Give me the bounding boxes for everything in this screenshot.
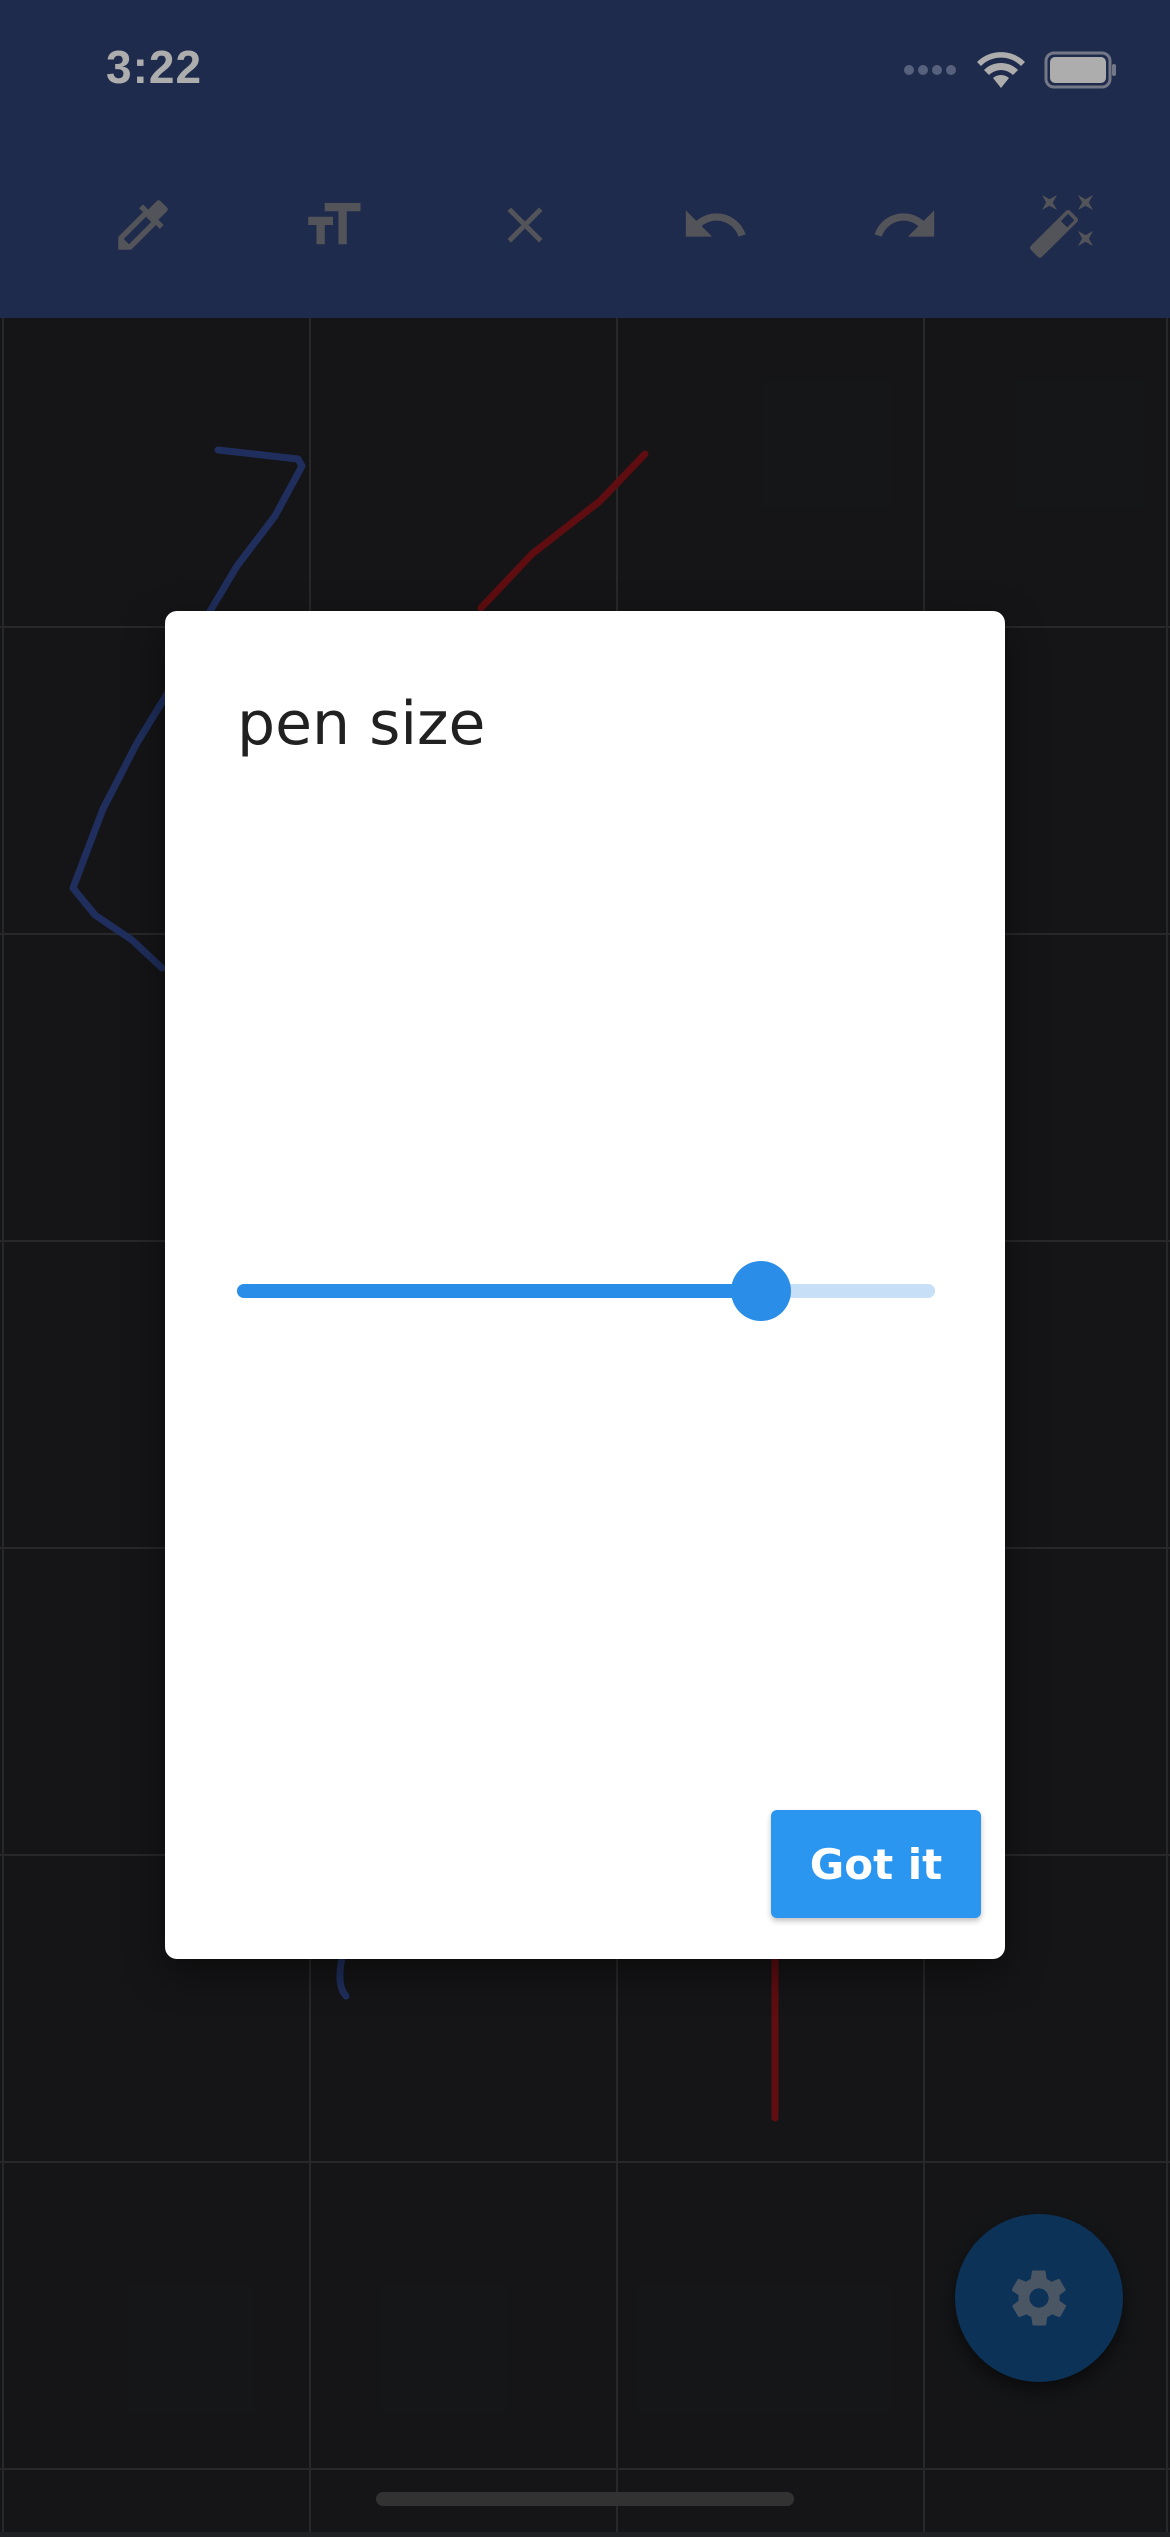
dialog-title: pen size bbox=[237, 689, 486, 759]
slider-active-track bbox=[237, 1284, 761, 1298]
slider-thumb[interactable] bbox=[730, 1261, 791, 1321]
pen-size-slider[interactable] bbox=[237, 1251, 935, 1331]
got-it-button[interactable]: Got it bbox=[771, 1810, 981, 1918]
pen-size-dialog: pen size Got it bbox=[165, 611, 1005, 1959]
